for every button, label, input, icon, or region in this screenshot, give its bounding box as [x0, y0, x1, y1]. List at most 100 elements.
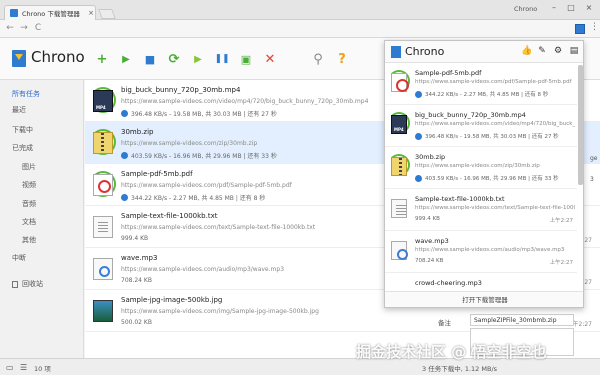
file-time: 上午2:27: [549, 218, 573, 224]
sidebar-item-all[interactable]: 所有任务: [0, 87, 84, 101]
thumbs-up-icon[interactable]: 👍: [521, 46, 532, 57]
image-file-icon: [93, 300, 113, 322]
file-status: 396.48 KB/s - 19.58 MB, 共 30.03 MB | 还有 …: [415, 132, 559, 140]
stop-icon[interactable]: ■: [142, 51, 158, 67]
forward-all-icon[interactable]: ▶: [190, 51, 206, 67]
delete-all-icon[interactable]: ▣: [238, 51, 254, 67]
search-icon[interactable]: ⚲: [310, 51, 326, 67]
file-url[interactable]: https://www.sample-videos.com/video/mp4/…: [121, 98, 368, 105]
forward-icon[interactable]: →: [18, 23, 30, 33]
file-url[interactable]: https://www.sample-videos.com/text/Sampl…: [415, 205, 575, 211]
status-text: 403.59 KB/s - 16.96 MB, 共 29.96 MB | 还有 …: [425, 176, 559, 182]
file-name: 30mb.zip: [121, 128, 154, 136]
browser-tab[interactable]: Chrono 下载管理器 ×: [4, 5, 96, 20]
sidebar-item-label: 所有任务: [12, 90, 40, 98]
text-file-icon: [93, 216, 113, 238]
edge-text: 3: [590, 176, 594, 183]
file-url[interactable]: https://www.sample-videos.com/text/Sampl…: [121, 224, 315, 231]
browser-toolbar: ← → C ⋮: [0, 20, 600, 38]
popup-list: Sample-pdf-5mb.pdf https://www.sample-vi…: [385, 63, 583, 291]
window-close-icon[interactable]: ×: [583, 3, 595, 12]
note-field[interactable]: SampleZIPFile_30mbmb.zip: [470, 314, 574, 326]
chrono-extension-icon[interactable]: [575, 24, 585, 34]
maximize-icon[interactable]: □: [565, 3, 577, 12]
pause-icon[interactable]: [121, 110, 128, 117]
file-url[interactable]: https://www.sample-videos.com/audio/mp3/…: [415, 247, 575, 253]
text-file-icon: [391, 199, 407, 218]
file-name: Sample-text-file-1000kb.txt: [121, 212, 218, 220]
pause-icon[interactable]: [415, 90, 422, 98]
sidebar-item-images[interactable]: 图片: [0, 160, 84, 174]
sidebar-item-downloading[interactable]: 下载中: [0, 123, 84, 137]
list-item[interactable]: big_buck_bunny_720p_30mb.mp4 https://www…: [385, 105, 577, 147]
sidebar-item-label: 图片: [22, 163, 36, 171]
clean-icon[interactable]: ✎: [537, 46, 547, 57]
pause-icon[interactable]: [415, 132, 422, 140]
status-text: 344.22 KB/s - 2.27 MB, 共 4.85 MB | 还有 8 …: [131, 195, 266, 202]
play-icon[interactable]: ▶: [118, 51, 134, 67]
add-icon[interactable]: +: [94, 51, 110, 67]
sidebar-item-videos[interactable]: 视频: [0, 178, 84, 192]
sidebar-item-label: 视频: [22, 181, 36, 189]
file-url[interactable]: https://www.sample-videos.com/pdf/Sample…: [415, 79, 575, 85]
status-text: 344.22 KB/s - 2.27 MB, 共 4.85 MB | 还有 8 …: [425, 92, 549, 98]
popup-scrollbar[interactable]: [578, 65, 583, 185]
reload-icon[interactable]: C: [32, 23, 44, 33]
sidebar-item-interrupted[interactable]: 中断: [0, 251, 84, 265]
settings-icon[interactable]: ⚙: [553, 46, 563, 57]
sidebar-item-trash[interactable]: 回收站: [0, 277, 84, 291]
sidebar-item-audio[interactable]: 音频: [0, 197, 84, 211]
app-title: Chrono: [31, 48, 85, 66]
back-icon[interactable]: ←: [4, 23, 16, 33]
new-tab-button[interactable]: [98, 9, 116, 19]
sidebar-item-documents[interactable]: 文档: [0, 215, 84, 229]
sidebar-item-label: 其他: [22, 236, 36, 244]
file-url[interactable]: https://www.sample-videos.com/audio/mp3/…: [121, 266, 284, 273]
pause-icon[interactable]: [121, 194, 128, 201]
list-view-icon[interactable]: ☰: [20, 363, 27, 372]
sidebar: 所有任务 最近 下载中 已完成 图片 视频 音频 文档 其他 中断 回收站: [0, 80, 84, 358]
trash-icon: [12, 280, 18, 288]
pause-icon[interactable]: [121, 152, 128, 159]
sidebar-item-label: 中断: [12, 254, 26, 262]
file-name: Sample-jpg-image-500kb.jpg: [121, 296, 223, 304]
file-url[interactable]: https://www.sample-videos.com/video/mp4/…: [415, 121, 575, 127]
file-name: wave.mp3: [415, 237, 449, 245]
list-item[interactable]: Sample-pdf-5mb.pdf https://www.sample-vi…: [385, 63, 577, 105]
folder-icon[interactable]: ▭: [6, 363, 14, 372]
pause-icon[interactable]: [415, 174, 422, 182]
file-url[interactable]: https://www.sample-videos.com/zip/30mb.z…: [415, 163, 575, 169]
audio-file-icon: [391, 241, 408, 260]
sidebar-item-recent[interactable]: 最近: [0, 103, 84, 117]
open-manager-button[interactable]: 打开下载管理器: [385, 291, 583, 307]
list-item[interactable]: Sample-text-file-1000kb.txt https://www.…: [385, 189, 577, 231]
chrono-logo-icon: [12, 50, 26, 67]
new-download-icon[interactable]: ▤: [569, 46, 579, 57]
file-status: 396.48 KB/s - 19.58 MB, 共 30.03 MB | 还有 …: [121, 109, 277, 118]
minimize-icon[interactable]: –: [548, 3, 560, 12]
help-icon[interactable]: ?: [334, 51, 350, 67]
sidebar-item-label: 已完成: [12, 144, 33, 152]
download-summary: 3 任务下载中, 1.12 MB/s: [422, 365, 498, 373]
list-item[interactable]: crowd-cheering.mp3: [385, 273, 577, 291]
close-icon[interactable]: ✕: [262, 51, 278, 67]
item-count: 10 项: [34, 365, 51, 373]
file-url[interactable]: https://www.sample-videos.com/zip/30mb.z…: [121, 140, 257, 147]
file-status: 999.4 KB: [121, 235, 149, 242]
refresh-icon[interactable]: ⟳: [166, 51, 182, 67]
sidebar-item-other[interactable]: 其他: [0, 233, 84, 247]
note-label: 备注: [438, 319, 451, 327]
zip-file-icon: [391, 157, 407, 176]
profile-name[interactable]: Chrono: [514, 5, 537, 13]
list-item[interactable]: wave.mp3 https://www.sample-videos.com/a…: [385, 231, 577, 273]
file-name: crowd-cheering.mp3: [415, 279, 482, 287]
list-item[interactable]: 30mb.zip https://www.sample-videos.com/z…: [385, 147, 577, 189]
file-url[interactable]: https://www.sample-videos.com/pdf/Sample…: [121, 182, 292, 189]
file-status: 344.22 KB/s - 2.27 MB, 共 4.85 MB | 还有 8 …: [415, 90, 548, 98]
browser-menu-icon[interactable]: ⋮: [590, 22, 599, 32]
sidebar-item-completed[interactable]: 已完成: [0, 141, 84, 155]
tab-close-icon[interactable]: ×: [87, 9, 95, 17]
file-url[interactable]: https://www.sample-videos.com/img/Sample…: [121, 308, 319, 315]
columns-icon[interactable]: ❚❚: [214, 51, 230, 67]
status-text: 403.59 KB/s - 16.96 MB, 共 29.96 MB | 还有 …: [131, 153, 277, 160]
